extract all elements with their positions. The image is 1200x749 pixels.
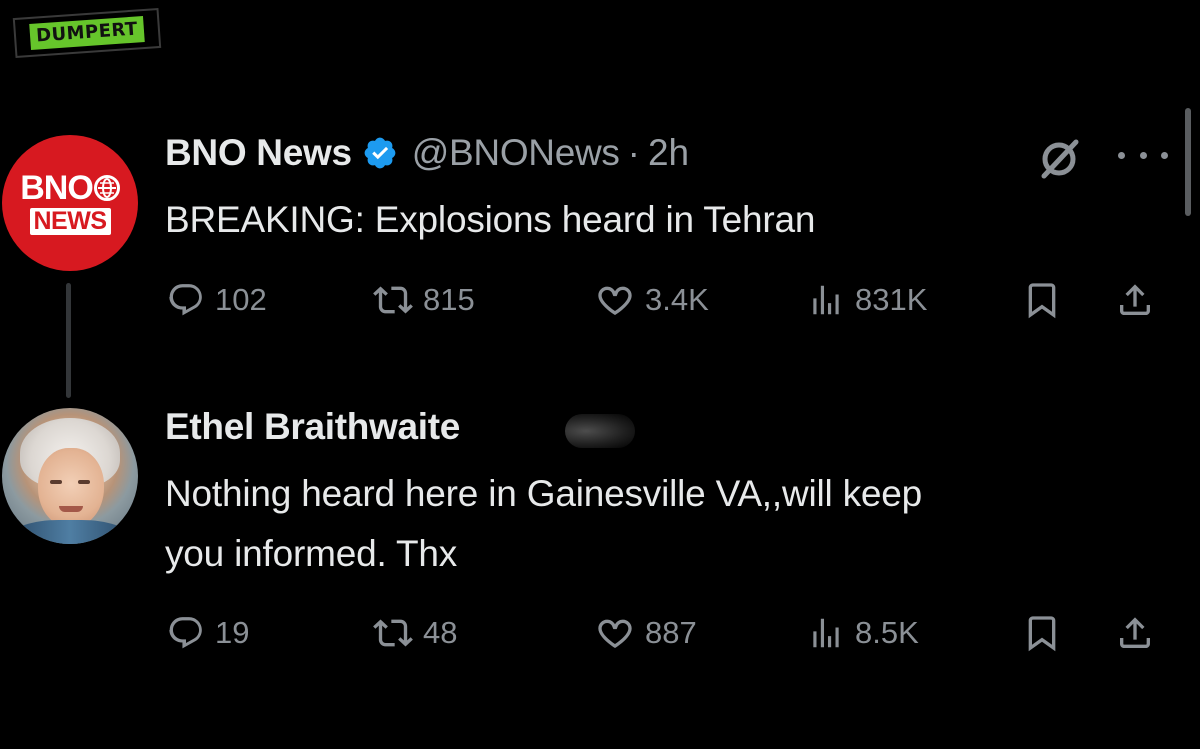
- more-dot: [1139, 151, 1147, 159]
- bookmark-icon: [1028, 283, 1056, 319]
- verified-badge-icon: [362, 135, 398, 171]
- tweet-author-name[interactable]: BNO News: [165, 132, 352, 174]
- thread-connector-line: [66, 283, 71, 398]
- share-button[interactable]: [1115, 278, 1155, 322]
- views-button[interactable]: 8.5K: [807, 611, 919, 655]
- reply-text-line1: Nothing heard here in Gainesville VA,,wi…: [165, 473, 923, 514]
- ethel-avatar[interactable]: [2, 408, 138, 544]
- more-dot: [1161, 151, 1168, 159]
- tweet-author-handle[interactable]: @BNONews: [412, 132, 620, 174]
- bno-avatar-line2: NEWS: [29, 208, 111, 235]
- bookmark-button[interactable]: [1022, 611, 1062, 655]
- retweet-button[interactable]: 815: [373, 278, 475, 322]
- tweet-actions: 102 815 3.4K 831K: [165, 278, 1165, 322]
- like-count: 3.4K: [645, 282, 709, 317]
- reply-button[interactable]: 102: [167, 278, 267, 322]
- share-icon: [1120, 617, 1150, 648]
- retweet-icon: [373, 286, 413, 314]
- retweet-button[interactable]: 48: [373, 611, 457, 655]
- reply-icon: [169, 617, 202, 649]
- more-options-icon[interactable]: [1118, 148, 1168, 162]
- watermark-text: DUMPERT: [29, 16, 145, 50]
- header-separator: ·: [627, 132, 640, 173]
- views-icon: [813, 618, 839, 648]
- like-icon: [598, 286, 632, 316]
- blurred-badge: [565, 414, 635, 448]
- tweet-header: BNO News @BNONews · 2h: [165, 132, 689, 174]
- reply-actions: 19 48 887 8.5K: [165, 611, 1165, 655]
- tweet-timestamp[interactable]: 2h: [648, 132, 689, 174]
- share-icon: [1120, 284, 1150, 315]
- views-count: 8.5K: [855, 615, 919, 650]
- avatar-mouth: [59, 506, 83, 512]
- retweet-count: 815: [423, 282, 475, 317]
- retweet-icon: [373, 619, 413, 647]
- reply-text-line2: you informed. Thx: [165, 533, 458, 574]
- views-button[interactable]: 831K: [807, 278, 927, 322]
- views-count: 831K: [855, 282, 928, 317]
- like-button[interactable]: 3.4K: [595, 278, 709, 322]
- reply-count: 102: [215, 282, 267, 317]
- share-button[interactable]: [1115, 611, 1155, 655]
- more-dot: [1118, 151, 1125, 159]
- bookmark-icon: [1028, 616, 1056, 652]
- bno-logo: BNO: [20, 171, 120, 205]
- dumpert-watermark: DUMPERT: [12, 7, 162, 59]
- like-button[interactable]: 887: [595, 611, 697, 655]
- bno-avatar[interactable]: BNO NEWS: [2, 135, 138, 271]
- avatar-shirt: [12, 520, 128, 544]
- reply-count: 19: [215, 615, 250, 650]
- avatar-eye: [78, 480, 90, 484]
- like-count: 887: [645, 615, 697, 650]
- avatar-face: [38, 448, 104, 528]
- globe-icon: [93, 175, 120, 201]
- reply-header: Ethel Braithwaite: [165, 406, 460, 448]
- grok-icon[interactable]: [1036, 136, 1082, 182]
- retweet-count: 48: [423, 615, 458, 650]
- reply-button[interactable]: 19: [167, 611, 249, 655]
- views-icon: [813, 285, 839, 315]
- scrollbar[interactable]: [1185, 108, 1191, 216]
- bookmark-button[interactable]: [1022, 278, 1062, 322]
- reply-author-name[interactable]: Ethel Braithwaite: [165, 406, 460, 448]
- like-icon: [598, 619, 632, 649]
- tweet-text: BREAKING: Explosions heard in Tehran: [165, 199, 816, 240]
- avatar-eye: [50, 480, 62, 484]
- reply-icon: [169, 284, 202, 316]
- bno-avatar-line1: BNO: [20, 169, 94, 207]
